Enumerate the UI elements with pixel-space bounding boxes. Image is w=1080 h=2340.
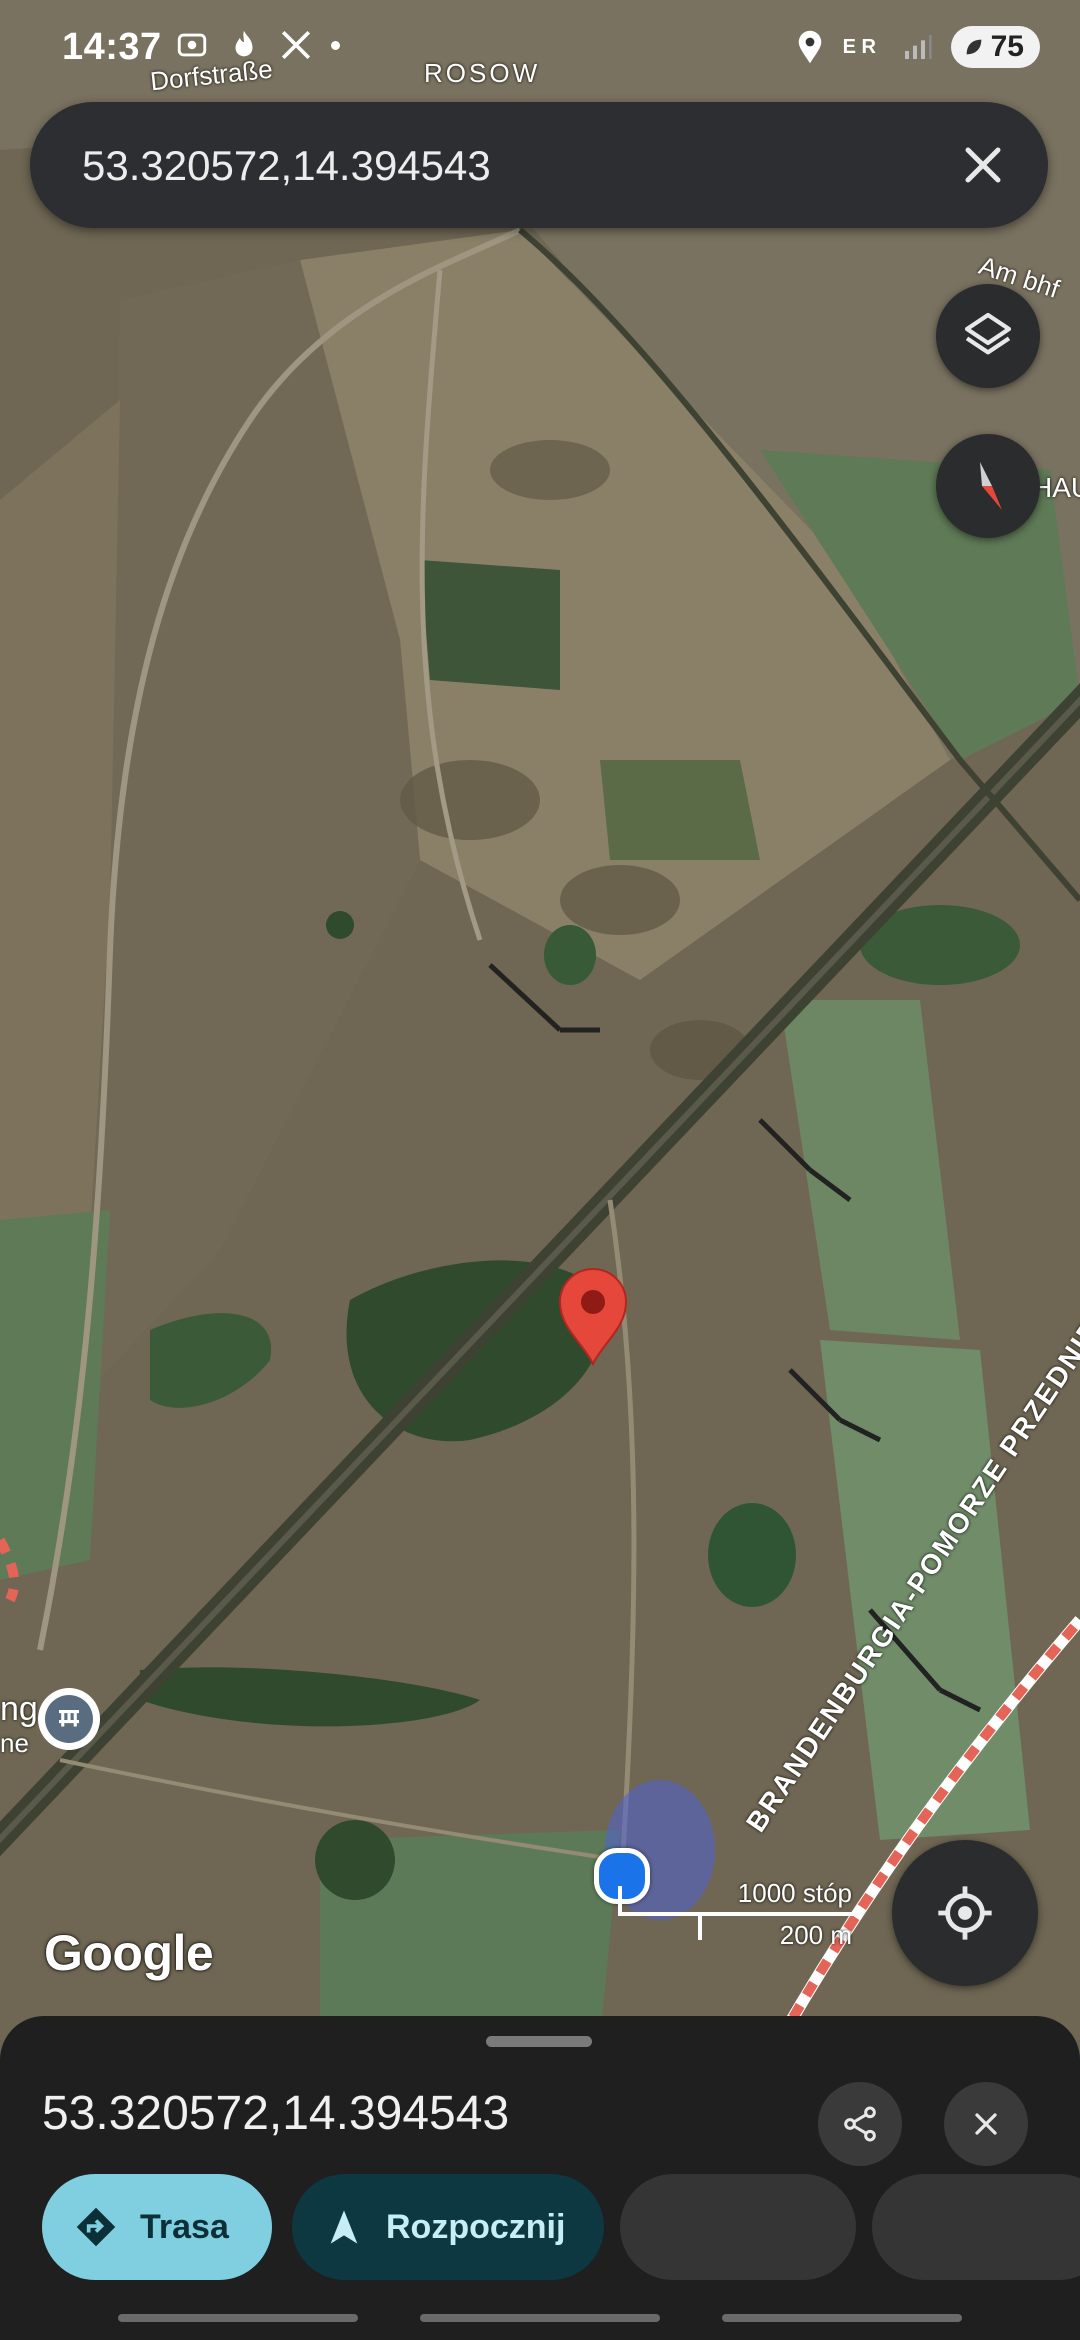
system-icons: E R 75: [795, 26, 1040, 68]
place-bottom-sheet[interactable]: 53.320572,14.394543 Trasa Rozpocznij: [0, 2016, 1080, 2340]
nav-gesture-center[interactable]: [420, 2314, 660, 2322]
network-letters: E R: [842, 36, 876, 58]
sheet-drag-handle[interactable]: [486, 2036, 592, 2047]
status-time: 14:37: [62, 26, 162, 68]
battery-indicator: 75: [950, 26, 1040, 68]
scale-bar: 1000 stóp 200 m: [612, 1870, 872, 1954]
search-bar[interactable]: 53.320572,14.394543: [30, 102, 1048, 228]
nav-gesture-left[interactable]: [118, 2314, 358, 2322]
status-bar: 14:37 E R 75: [0, 0, 1080, 100]
status-location-icon: [798, 30, 821, 64]
map-label-left-1: ng: [0, 1690, 38, 1728]
screenshot-icon: [177, 33, 207, 57]
location-pin-icon[interactable]: [556, 1266, 630, 1366]
my-location-button[interactable]: [892, 1840, 1038, 1986]
directions-icon: [76, 2207, 116, 2247]
flame-icon: [235, 30, 253, 57]
layers-button[interactable]: [936, 284, 1040, 388]
compass-button[interactable]: [936, 434, 1040, 538]
navigation-arrow-icon: [330, 2210, 358, 2244]
directions-button[interactable]: Trasa: [42, 2174, 272, 2280]
close-sheet-button[interactable]: [944, 2082, 1028, 2166]
x-logo-icon: [281, 30, 311, 60]
compass-icon: [980, 462, 1002, 510]
search-query[interactable]: 53.320572,14.394543: [82, 142, 491, 190]
system-navigation-bar: [0, 2300, 1080, 2340]
scale-meters: 200 m: [779, 1920, 852, 1950]
start-navigation-label: Rozpocznij: [386, 2207, 566, 2246]
share-button[interactable]: [818, 2082, 902, 2166]
map-view[interactable]: Dorfstraße ROSOW Am bhf HAU ng ne BRANDE…: [0, 0, 1080, 2040]
my-location-icon: [938, 1886, 992, 1940]
clear-search-button[interactable]: [948, 130, 1018, 200]
layers-icon: [964, 312, 1012, 355]
directions-label: Trasa: [140, 2207, 229, 2246]
action-chip-3[interactable]: [620, 2174, 856, 2280]
start-navigation-button[interactable]: Rozpocznij: [292, 2174, 604, 2280]
signal-icon: [904, 35, 932, 59]
close-icon: [965, 147, 1001, 183]
map-label-left-2: ne: [0, 1728, 29, 1758]
close-icon: [975, 2113, 997, 2135]
place-coordinates: 53.320572,14.394543: [42, 2087, 510, 2140]
scale-feet: 1000 stóp: [737, 1878, 852, 1908]
share-icon: [844, 2106, 876, 2142]
action-chip-4[interactable]: [872, 2174, 1080, 2280]
battery-leaf-icon: [966, 39, 981, 55]
satellite-imagery: [0, 0, 1080, 2040]
more-notifications-dot: [331, 40, 340, 50]
train-station-icon[interactable]: [38, 1688, 100, 1750]
battery-level: 75: [990, 30, 1024, 63]
notification-icons: [175, 28, 340, 62]
google-logo: Google: [44, 1925, 214, 1981]
nav-gesture-right[interactable]: [722, 2314, 962, 2322]
